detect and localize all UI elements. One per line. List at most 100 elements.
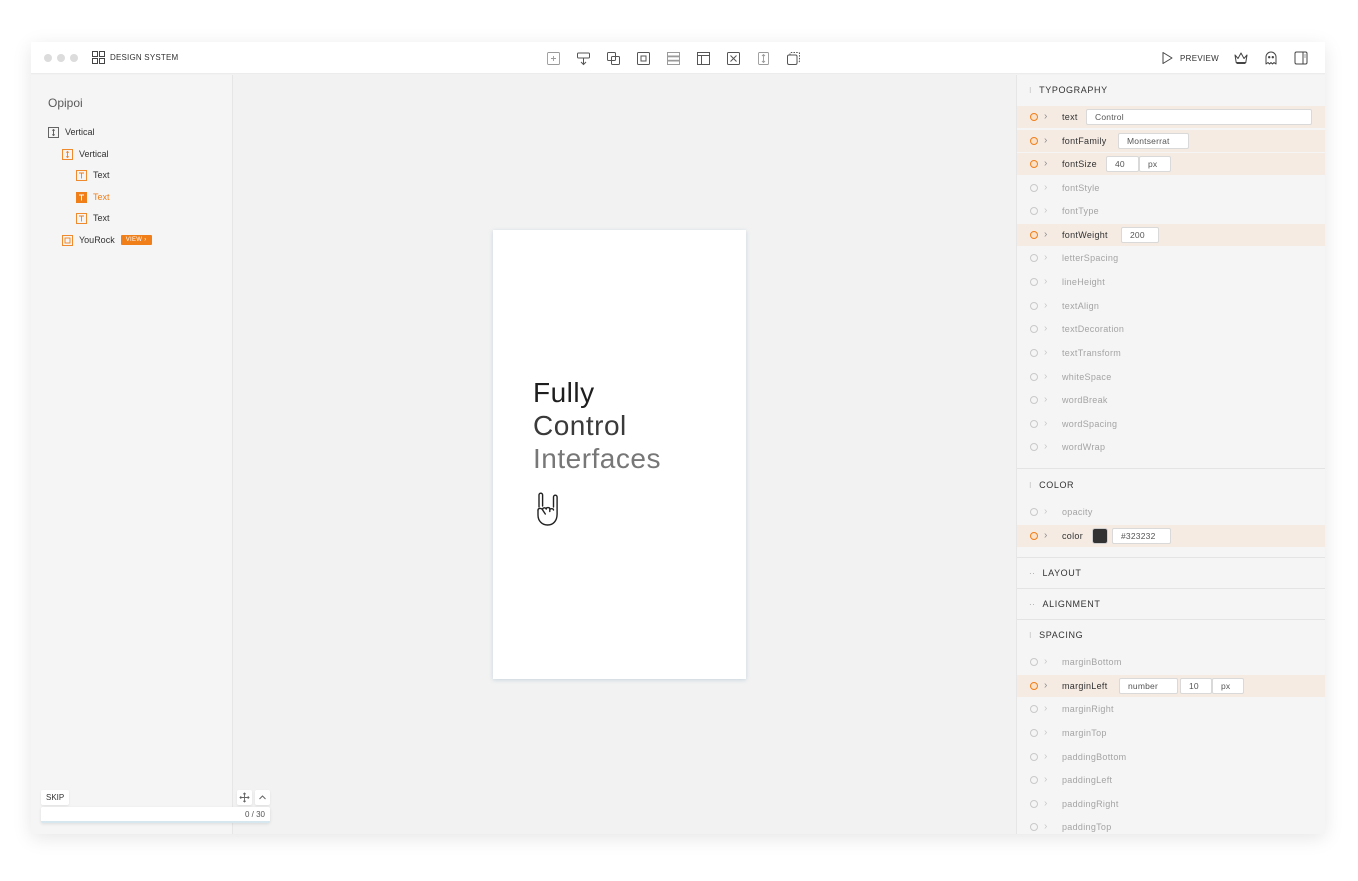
prop-toggle[interactable] — [1030, 278, 1038, 286]
prop-toggle[interactable] — [1030, 682, 1038, 690]
chevron-right-icon[interactable]: › — [1044, 506, 1047, 518]
prop-toggle[interactable] — [1030, 231, 1038, 239]
margin-left-type-select[interactable]: number — [1119, 678, 1178, 694]
duplicate-button[interactable] — [605, 50, 622, 67]
collapse-button[interactable] — [255, 790, 270, 805]
prop-toggle[interactable] — [1030, 508, 1038, 516]
crown-icon[interactable] — [1233, 50, 1249, 66]
chevron-right-icon[interactable]: › — [1044, 798, 1047, 810]
preview-button[interactable]: PREVIEW — [1159, 50, 1219, 66]
chevron-right-icon[interactable]: › — [1044, 111, 1047, 123]
chevron-right-icon[interactable]: › — [1044, 703, 1047, 715]
prop-toggle[interactable] — [1030, 753, 1038, 761]
text-value-input[interactable]: Control — [1086, 109, 1312, 125]
font-size-input[interactable]: 40 — [1106, 156, 1139, 172]
chevron-right-icon[interactable]: › — [1044, 229, 1047, 241]
prop-toggle[interactable] — [1030, 349, 1038, 357]
tree-item-vertical-nested[interactable]: Vertical — [62, 147, 109, 161]
design-system-button[interactable]: DESIGN SYSTEM — [92, 51, 178, 64]
chevron-right-icon[interactable]: › — [1044, 371, 1047, 383]
font-family-select[interactable]: Montserrat — [1118, 133, 1189, 149]
chevron-right-icon[interactable]: › — [1044, 680, 1047, 692]
prop-toggle[interactable] — [1030, 325, 1038, 333]
copy-style-button[interactable] — [785, 50, 802, 67]
section-alignment[interactable]: ·· ALIGNMENT — [1029, 599, 1100, 609]
color-swatch[interactable] — [1092, 528, 1108, 544]
margin-left-input[interactable]: 10 — [1180, 678, 1212, 694]
hero-line-control[interactable]: Control — [533, 409, 661, 442]
chevron-right-icon[interactable]: › — [1044, 418, 1047, 430]
panel-toggle-icon[interactable] — [1293, 50, 1309, 66]
maximize-window-button[interactable] — [70, 54, 78, 62]
tree-item-vertical[interactable]: Vertical — [48, 125, 95, 139]
split-layout-button[interactable] — [695, 50, 712, 67]
hero-text[interactable]: Fully Control Interfaces — [533, 376, 661, 475]
chevron-right-icon[interactable]: › — [1044, 774, 1047, 786]
prop-toggle[interactable] — [1030, 443, 1038, 451]
ghost-icon[interactable] — [1263, 50, 1279, 66]
chevron-right-icon[interactable]: › — [1044, 135, 1047, 147]
section-color[interactable]: ⁝ COLOR — [1029, 480, 1074, 490]
prop-toggle[interactable] — [1030, 113, 1038, 121]
hero-line-fully[interactable]: Fully — [533, 376, 661, 409]
chevron-right-icon[interactable]: › — [1044, 182, 1047, 194]
chevron-right-icon[interactable]: › — [1044, 656, 1047, 668]
device-preview[interactable]: Fully Control Interfaces — [493, 230, 746, 679]
prop-toggle[interactable] — [1030, 137, 1038, 145]
chevron-right-icon[interactable]: › — [1044, 276, 1047, 288]
minimize-window-button[interactable] — [57, 54, 65, 62]
prop-textAlign: › textAlign — [1017, 295, 1325, 317]
tree-item-yourock[interactable]: YouRock VIEW › — [62, 233, 152, 247]
chevron-right-icon[interactable]: › — [1044, 158, 1047, 170]
prop-toggle[interactable] — [1030, 184, 1038, 192]
prop-toggle[interactable] — [1030, 207, 1038, 215]
chevron-right-icon[interactable]: › — [1044, 394, 1047, 406]
frame-button[interactable] — [635, 50, 652, 67]
font-size-unit-select[interactable]: px — [1139, 156, 1171, 172]
prop-toggle[interactable] — [1030, 729, 1038, 737]
prop-toggle[interactable] — [1030, 373, 1038, 381]
prop-toggle[interactable] — [1030, 800, 1038, 808]
move-button[interactable] — [237, 790, 252, 805]
margin-left-unit-select[interactable]: px — [1212, 678, 1244, 694]
vertical-layout-button[interactable] — [755, 50, 772, 67]
chevron-right-icon[interactable]: › — [1044, 252, 1047, 264]
delete-box-button[interactable] — [725, 50, 742, 67]
prop-label: text — [1062, 112, 1078, 122]
chevron-right-icon[interactable]: › — [1044, 300, 1047, 312]
prop-toggle[interactable] — [1030, 776, 1038, 784]
font-weight-input[interactable]: 200 — [1121, 227, 1159, 243]
chevron-right-icon[interactable]: › — [1044, 323, 1047, 335]
prop-toggle[interactable] — [1030, 532, 1038, 540]
chevron-right-icon[interactable]: › — [1044, 821, 1047, 833]
section-layout[interactable]: ·· LAYOUT — [1029, 568, 1081, 578]
view-badge[interactable]: VIEW › — [120, 235, 152, 245]
stack-button[interactable] — [665, 50, 682, 67]
tree-item-text-3[interactable]: Text — [76, 211, 110, 225]
chevron-right-icon[interactable]: › — [1044, 751, 1047, 763]
prop-toggle[interactable] — [1030, 396, 1038, 404]
color-hex-input[interactable]: #323232 — [1112, 528, 1171, 544]
prop-toggle[interactable] — [1030, 254, 1038, 262]
prop-toggle[interactable] — [1030, 658, 1038, 666]
skip-button[interactable]: SKIP — [41, 790, 70, 805]
prop-toggle[interactable] — [1030, 823, 1038, 831]
tree-item-text-1[interactable]: Text — [76, 168, 110, 182]
chevron-right-icon[interactable]: › — [1044, 530, 1047, 542]
chevron-right-icon[interactable]: › — [1044, 441, 1047, 453]
prop-toggle[interactable] — [1030, 160, 1038, 168]
prop-toggle[interactable] — [1030, 302, 1038, 310]
prop-toggle[interactable] — [1030, 705, 1038, 713]
tree-item-text-2-selected[interactable]: Text — [76, 190, 110, 204]
section-spacing[interactable]: ⁝ SPACING — [1029, 630, 1083, 640]
rock-hand-icon[interactable] — [535, 491, 561, 529]
close-window-button[interactable] — [44, 54, 52, 62]
chevron-right-icon[interactable]: › — [1044, 347, 1047, 359]
add-box-button[interactable] — [545, 50, 562, 67]
insert-row-button[interactable] — [575, 50, 592, 67]
hero-line-interfaces[interactable]: Interfaces — [533, 442, 661, 475]
section-typography[interactable]: ⁝ TYPOGRAPHY — [1029, 85, 1108, 95]
chevron-right-icon[interactable]: › — [1044, 727, 1047, 739]
chevron-right-icon[interactable]: › — [1044, 205, 1047, 217]
prop-toggle[interactable] — [1030, 420, 1038, 428]
